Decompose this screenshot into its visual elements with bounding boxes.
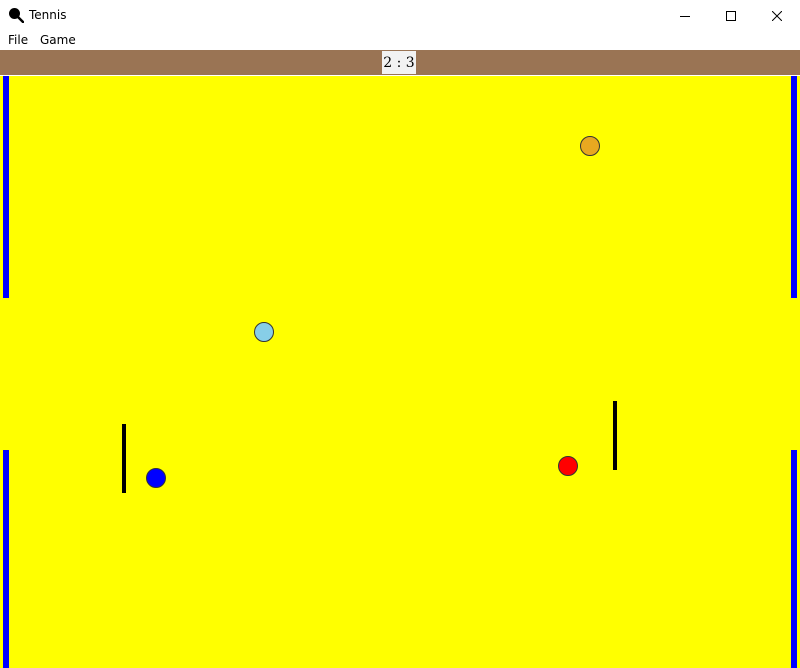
minimize-icon — [680, 15, 690, 17]
tennis-court[interactable] — [0, 76, 800, 668]
title-bar: Tennis — [0, 0, 800, 31]
left-goal-post-top — [3, 76, 9, 298]
window-title: Tennis — [29, 8, 67, 22]
menu-game[interactable]: Game — [40, 33, 76, 48]
red-ball — [558, 456, 578, 476]
score-display: 2 : 3 — [382, 51, 416, 74]
menu-bar: File Game — [0, 31, 800, 50]
light-blue-ball — [254, 322, 274, 342]
maximize-button[interactable] — [708, 0, 754, 31]
left-paddle[interactable] — [122, 424, 126, 493]
orange-ball — [580, 136, 600, 156]
app-icon — [8, 7, 25, 24]
right-goal-post-bottom — [791, 450, 797, 668]
menu-file[interactable]: File — [8, 33, 28, 48]
left-goal-post-bottom — [3, 450, 9, 668]
close-icon — [772, 10, 782, 21]
right-goal-post-top — [791, 76, 797, 298]
maximize-icon — [726, 10, 736, 21]
minimize-button[interactable] — [662, 0, 708, 31]
right-paddle[interactable] — [613, 401, 617, 470]
close-button[interactable] — [754, 0, 800, 31]
blue-ball — [146, 468, 166, 488]
